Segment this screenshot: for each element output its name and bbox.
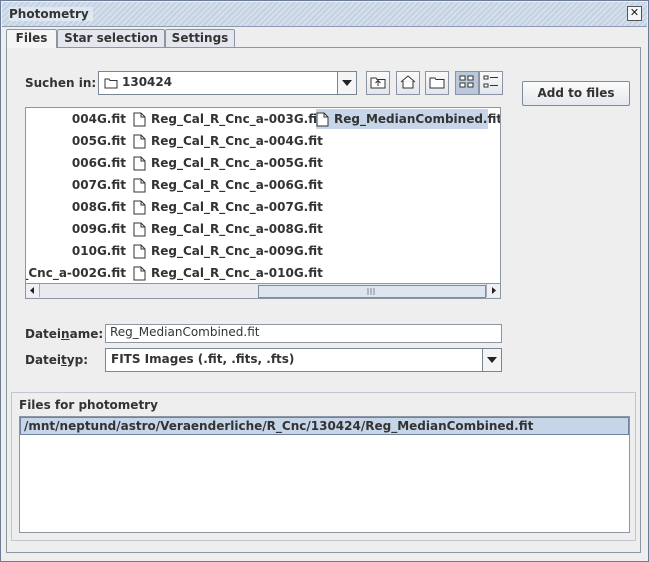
- home-icon: [400, 75, 416, 89]
- file-icon: [133, 200, 146, 215]
- file-list-item[interactable]: 005G.fit: [26, 131, 130, 151]
- photometry-file-list[interactable]: /mnt/neptund/astro/Veraenderliche/R_Cnc/…: [19, 416, 630, 533]
- file-name: 009G.fit: [71, 222, 126, 236]
- details-view-button[interactable]: [479, 71, 503, 95]
- file-name: Reg_Cal_R_Cnc_a-006G.fit: [151, 178, 323, 192]
- file-icon: [133, 156, 146, 171]
- file-icon: [133, 244, 146, 259]
- look-in-value: 130424: [122, 75, 173, 89]
- file-name: 006G.fit: [71, 156, 126, 170]
- list-view-button[interactable]: [455, 71, 479, 95]
- scroll-left-button[interactable]: [26, 284, 40, 297]
- filetype-combo[interactable]: FITS Images (.fit, .fits, .fts): [105, 348, 502, 372]
- tab-settings[interactable]: Settings: [165, 29, 235, 47]
- file-name: Reg_Cal_R_Cnc_a-005G.fit: [151, 156, 323, 170]
- chevron-down-icon[interactable]: [337, 72, 356, 94]
- title-bar[interactable]: Photometry ✕: [2, 2, 647, 27]
- file-list-item[interactable]: Reg_Cal_R_Cnc_a-010G.fit: [133, 263, 323, 283]
- list-view-icon: [459, 75, 474, 88]
- new-folder-icon: [429, 77, 445, 89]
- file-icon: [133, 134, 146, 149]
- files-for-photometry-title: Files for photometry: [19, 398, 158, 412]
- file-name: 010G.fit: [71, 244, 126, 258]
- tab-files[interactable]: Files: [6, 29, 57, 48]
- file-name: 007G.fit: [71, 178, 126, 192]
- file-list-item[interactable]: 010G.fit: [26, 241, 130, 261]
- file-list-item[interactable]: 007G.fit: [26, 175, 130, 195]
- file-list-item[interactable]: Reg_Cal_R_Cnc_a-003G.fit: [133, 109, 323, 129]
- file-icon: [133, 222, 146, 237]
- file-list-item[interactable]: 006G.fit: [26, 153, 130, 173]
- close-icon[interactable]: ✕: [627, 6, 642, 21]
- file-list-item[interactable]: Reg_Cal_R_Cnc_a-005G.fit: [133, 153, 323, 173]
- file-name: 005G.fit: [71, 134, 126, 148]
- file-name: 008G.fit: [71, 200, 126, 214]
- file-list-item[interactable]: Reg_Cal_R_Cnc_a-007G.fit: [133, 197, 323, 217]
- up-folder-icon: [370, 77, 386, 89]
- file-name: Reg_Cal_R_Cnc_a-004G.fit: [151, 134, 323, 148]
- scroll-thumb[interactable]: [258, 285, 486, 298]
- file-list-item[interactable]: Reg_MedianCombined.fit: [316, 109, 500, 129]
- file-list-item[interactable]: 004G.fit: [26, 109, 130, 129]
- up-folder-button[interactable]: [366, 71, 390, 95]
- file-list-item[interactable]: Reg_Cal_R_Cnc_a-008G.fit: [133, 219, 323, 239]
- file-name: Reg_Cal_R_Cnc_a-009G.fit: [151, 244, 323, 258]
- filename-label: Dateiname:: [25, 327, 104, 341]
- details-view-icon: [483, 75, 498, 88]
- file-icon: [133, 178, 146, 193]
- file-list-item[interactable]: 008G.fit: [26, 197, 130, 217]
- filetype-value: FITS Images (.fit, .fits, .fts): [111, 352, 295, 366]
- file-name: Reg_Cal_R_Cnc_a-010G.fit: [151, 266, 323, 280]
- folder-icon: [104, 78, 118, 89]
- file-icon: [133, 266, 146, 281]
- file-list-item[interactable]: Reg_Cal_R_Cnc_a-009G.fit: [133, 241, 323, 261]
- add-to-files-button[interactable]: Add to files: [522, 81, 630, 106]
- file-list-item[interactable]: Reg_Cal_R_Cnc_a-006G.fit: [133, 175, 323, 195]
- file-list-item[interactable]: 009G.fit: [26, 219, 130, 239]
- window-title: Photometry: [9, 7, 93, 21]
- chevron-down-icon[interactable]: [482, 349, 501, 371]
- scroll-right-button[interactable]: [486, 284, 500, 297]
- file-name: Reg_Cal_R_Cnc_a-007G.fit: [151, 200, 323, 214]
- list-item[interactable]: /mnt/neptund/astro/Veraenderliche/R_Cnc/…: [20, 417, 629, 435]
- look-in-combo[interactable]: 130424: [98, 71, 357, 95]
- file-name: Reg_Cal_R_Cnc_a-003G.fit: [151, 112, 323, 126]
- home-button[interactable]: [396, 71, 420, 95]
- file-name: 004G.fit: [71, 112, 126, 126]
- file-icon: [133, 112, 146, 127]
- file-list-item[interactable]: Reg_Cal_R_Cnc_a-004G.fit: [133, 131, 323, 151]
- tab-star-selection[interactable]: Star selection: [57, 29, 165, 47]
- filetype-label: Dateityp:: [25, 353, 89, 367]
- horizontal-scrollbar[interactable]: [26, 283, 500, 298]
- new-folder-button[interactable]: [425, 71, 449, 95]
- file-name: R_Cnc_a-002G.fit: [26, 266, 126, 280]
- file-list-item[interactable]: R_Cnc_a-002G.fit: [26, 263, 130, 283]
- file-name: Reg_MedianCombined.fit: [334, 112, 501, 126]
- file-list[interactable]: 004G.fit 005G.fit 006G.fit 007G.fit 008G.fit…: [25, 107, 501, 299]
- file-name: Reg_Cal_R_Cnc_a-008G.fit: [151, 222, 323, 236]
- look-in-label: Suchen in:: [25, 76, 97, 90]
- filename-field[interactable]: Reg_MedianCombined.fit: [105, 324, 502, 343]
- file-icon: [316, 112, 329, 127]
